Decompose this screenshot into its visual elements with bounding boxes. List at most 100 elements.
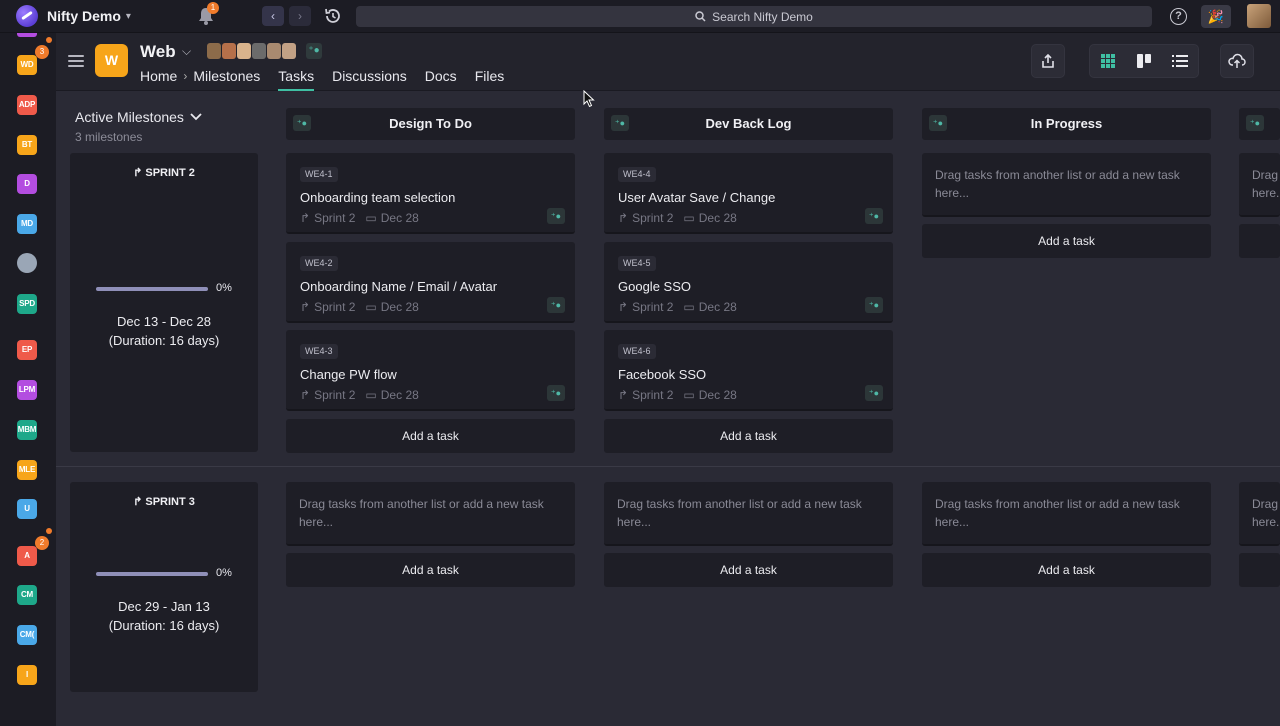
share-button[interactable] [1031,44,1065,78]
task-due-date[interactable]: ▭ Dec 28 [365,388,418,402]
task-card[interactable]: WE4-1 Onboarding team selection ↱ Sprint 2 ▭… [286,153,575,234]
task-due-date[interactable]: ▭ Dec 28 [683,211,736,225]
milestone-progress-label: 0% [216,567,232,579]
rail-project-item[interactable]: I [17,665,37,685]
rail-project-item[interactable]: D [17,174,37,194]
chevron-right-icon: › [183,69,188,83]
member-avatars[interactable] [207,43,296,59]
search-placeholder: Search Nifty Demo [712,9,813,24]
milestone-card[interactable]: ↱ SPRINT 2 0% Dec 13 - Dec 28 (Duration:… [70,153,258,452]
project-icon[interactable]: W [95,44,128,77]
rail-notification-badge: 3 [35,45,49,59]
whats-new-button[interactable]: 🎉 [1201,5,1231,28]
task-due-date[interactable]: ▭ Dec 28 [683,388,736,402]
member-avatar[interactable] [282,43,296,59]
task-title[interactable]: Onboarding Name / Email / Avatar [300,279,497,294]
assign-member-icon[interactable]: ⁺● [547,385,565,401]
workspace-switcher[interactable]: Nifty Demo ▾ [16,5,131,27]
column-header-dev-back-log[interactable]: ⁺● Dev Back Log [604,108,893,140]
add-task-button[interactable]: Add a task [604,553,893,587]
rail-project-item[interactable]: MLE [17,460,37,480]
tab-files[interactable]: Files [475,68,505,85]
task-milestone: ↱ Sprint 2 [300,211,356,225]
assign-member-icon[interactable]: ⁺● [865,385,883,401]
back-button[interactable]: ‹ [262,6,284,26]
rail-project-item[interactable]: MD [17,214,37,234]
add-member-icon[interactable]: ⁺● [1246,115,1264,131]
task-due-date[interactable]: ▭ Dec 28 [365,211,418,225]
add-task-button[interactable]: Add a task [922,224,1211,258]
assign-member-icon[interactable]: ⁺● [865,297,883,313]
member-avatar[interactable] [237,43,251,59]
rail-project-gear-item[interactable] [17,253,37,273]
rail-item-partial[interactable] [17,33,37,37]
task-card[interactable]: WE4-2 Onboarding Name / Email / Avatar ↱ Sp… [286,242,575,323]
notifications-button[interactable]: 1 [197,2,219,26]
member-avatar[interactable] [267,43,281,59]
upload-button[interactable] [1220,44,1254,78]
member-avatar[interactable] [207,43,221,59]
tab-docs[interactable]: Docs [425,68,457,85]
task-title[interactable]: User Avatar Save / Change [618,190,775,205]
nav-milestones[interactable]: Milestones [193,68,260,85]
rail-project-label: D [24,179,30,188]
add-member-icon[interactable]: ⁺● [306,43,322,59]
add-task-button-partial[interactable] [1239,224,1280,258]
rail-project-label: LPM [18,385,36,394]
task-due-date[interactable]: ▭ Dec 28 [683,300,736,314]
rail-project-item[interactable]: CM( [17,625,37,645]
breadcrumb: Home › Milestones Tasks Discussions Docs… [140,68,505,91]
chevron-down-icon[interactable]: ⌵ [182,44,191,59]
column-header-partial[interactable]: ⁺● [1239,108,1280,140]
user-avatar[interactable] [1247,4,1271,28]
rail-project-item[interactable]: EP [17,340,37,360]
task-due-date[interactable]: ▭ Dec 28 [365,300,418,314]
task-card[interactable]: WE4-3 Change PW flow ↱ Sprint 2 ▭ Dec 28 ⁺● [286,330,575,411]
task-title[interactable]: Change PW flow [300,367,397,382]
rail-notification-badge: 2 [35,536,49,550]
tab-tasks[interactable]: Tasks [278,68,314,91]
assign-member-icon[interactable]: ⁺● [865,208,883,224]
task-title[interactable]: Onboarding team selection [300,190,455,205]
task-title[interactable]: Google SSO [618,279,691,294]
assign-member-icon[interactable]: ⁺● [547,208,565,224]
menu-icon[interactable] [68,55,84,67]
task-milestone: ↱ Sprint 2 [300,300,356,314]
column-header-in-progress[interactable]: ⁺● In Progress [922,108,1211,140]
rail-project-item[interactable]: A [17,546,37,566]
task-card[interactable]: WE4-6 Facebook SSO ↱ Sprint 2 ▭ Dec 28 ⁺● [604,330,893,411]
rail-project-item[interactable]: U [17,499,37,519]
task-milestone: ↱ Sprint 2 [618,211,674,225]
list-view-button[interactable] [1162,45,1198,77]
rail-project-item[interactable]: SPD [17,294,37,314]
rail-project-item[interactable]: CM [17,585,37,605]
task-title[interactable]: Facebook SSO [618,367,706,382]
search-input[interactable]: Search Nifty Demo [356,6,1152,27]
rail-project-item[interactable]: MBM [17,420,37,440]
add-task-button-partial[interactable] [1239,553,1280,587]
project-title[interactable]: Web [140,42,176,62]
rail-project-item[interactable]: LPM [17,380,37,400]
column-header-design-to-do[interactable]: ⁺● Design To Do [286,108,575,140]
add-task-button[interactable]: Add a task [604,419,893,453]
rail-project-item[interactable]: ADP [17,95,37,115]
nav-home[interactable]: Home [140,68,177,85]
assign-member-icon[interactable]: ⁺● [547,297,565,313]
rail-project-item[interactable]: BT [17,135,37,155]
milestone-card[interactable]: ↱ SPRINT 3 0% Dec 29 - Jan 13 (Duration:… [70,482,258,692]
grid-view-button[interactable] [1090,45,1126,77]
rail-project-item[interactable]: WD [17,55,37,75]
tab-discussions[interactable]: Discussions [332,68,407,85]
member-avatar[interactable] [222,43,236,59]
forward-button[interactable]: › [289,6,311,26]
task-card[interactable]: WE4-4 User Avatar Save / Change ↱ Sprint 2 ▭… [604,153,893,234]
add-task-button[interactable]: Add a task [922,553,1211,587]
history-button[interactable] [323,6,343,26]
milestones-filter[interactable]: Active Milestones 3 milestones [75,109,202,144]
kanban-view-button[interactable] [1126,45,1162,77]
member-avatar[interactable] [252,43,266,59]
add-task-button[interactable]: Add a task [286,419,575,453]
task-card[interactable]: WE4-5 Google SSO ↱ Sprint 2 ▭ Dec 28 ⁺● [604,242,893,323]
add-task-button[interactable]: Add a task [286,553,575,587]
help-button[interactable]: ? [1170,8,1187,25]
